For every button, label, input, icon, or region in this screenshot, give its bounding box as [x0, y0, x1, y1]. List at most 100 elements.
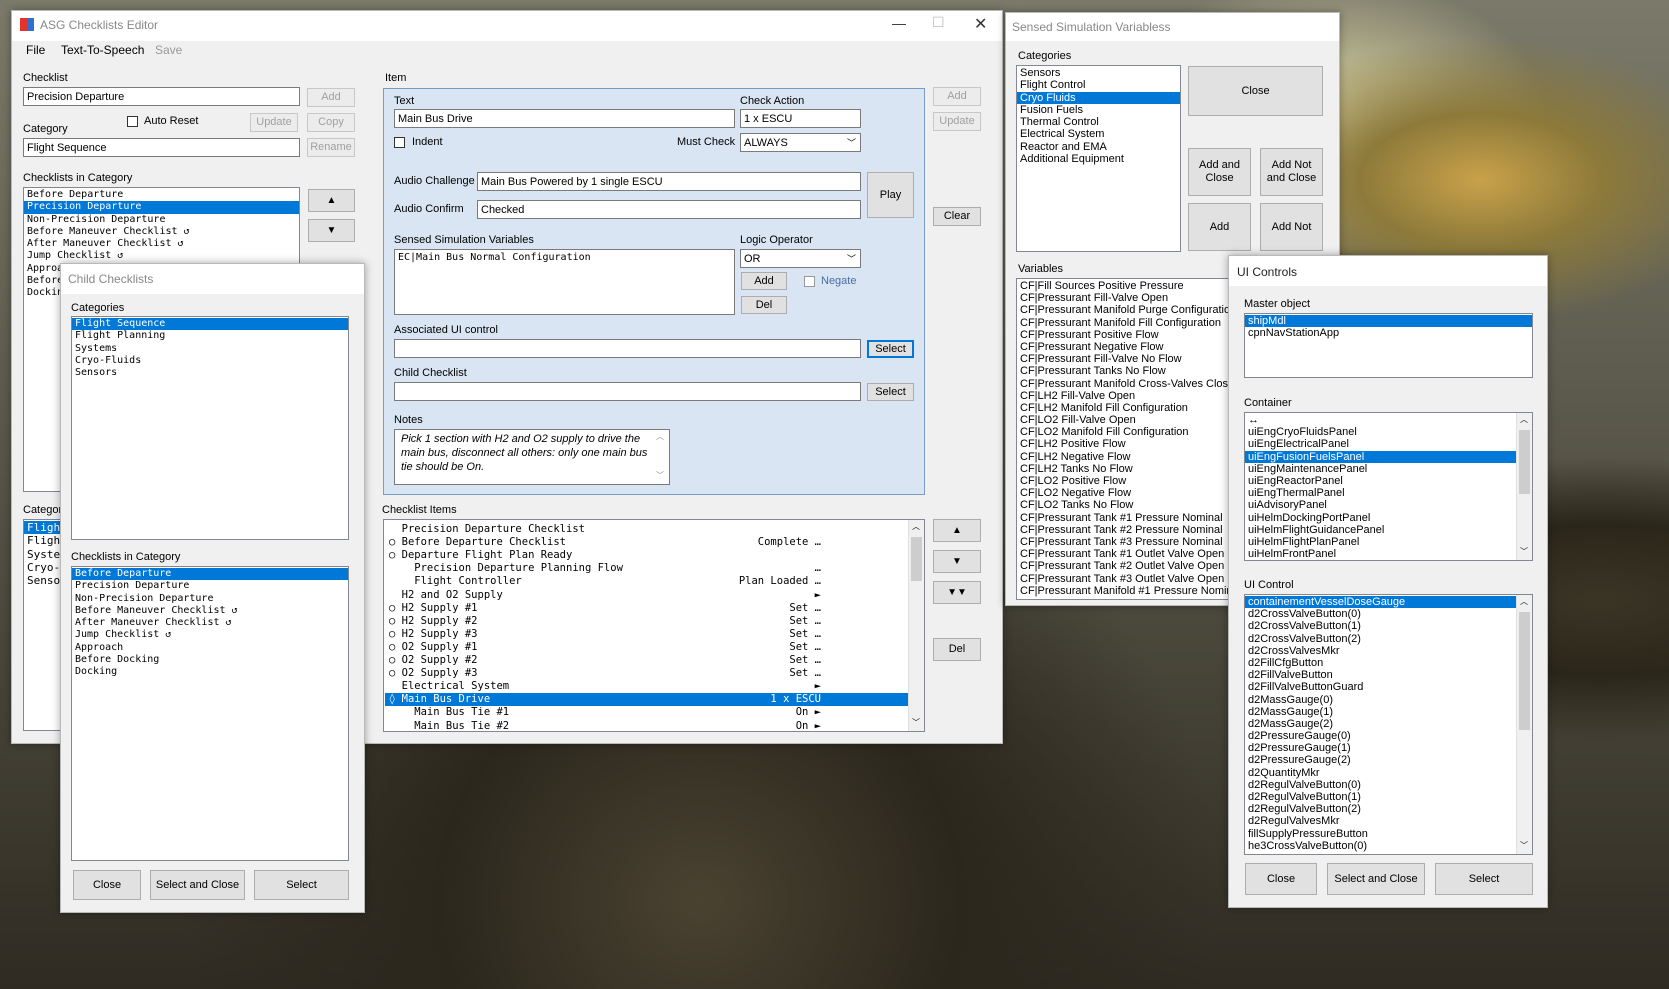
list-item[interactable]: uiEngFusionFuelsPanel	[1245, 450, 1516, 463]
logic-operator-dropdown[interactable]: OR ﹀	[740, 249, 861, 268]
list-item[interactable]: Non-Precision Departure	[24, 214, 299, 226]
checklist-item-row[interactable]: ○ O2 Supply #2 Set …	[385, 654, 909, 667]
list-item[interactable]: d2QuantityMkr	[1245, 767, 1532, 779]
master-object-list[interactable]: shipMdl cpnNavStationApp	[1244, 313, 1533, 378]
move-item-bottom-button[interactable]: ▼▼	[933, 581, 981, 604]
move-checklist-up-button[interactable]: ▲	[308, 189, 355, 212]
checklist-item-row[interactable]: Precision Departure Planning Flow…	[385, 562, 909, 575]
add-variable-button[interactable]: Add	[741, 272, 787, 290]
list-item[interactable]: uiEngMaintenancePanel	[1245, 463, 1532, 475]
maximize-icon[interactable]: ☐	[932, 14, 945, 31]
list-item[interactable]: uiEngElectricalPanel	[1245, 438, 1532, 450]
list-item[interactable]: uiEngThermalPanel	[1245, 487, 1532, 499]
ui-control-list[interactable]: containementVesselDoseGauge d2CrossValveB…	[1244, 594, 1533, 855]
list-item[interactable]: Cryo-Fluids	[72, 355, 348, 367]
sensed-close-button[interactable]: Close	[1188, 66, 1323, 116]
checklist-item-row[interactable]: ○ Departure Flight Plan Ready	[385, 549, 909, 562]
list-item[interactable]: Additional Equipment	[1017, 153, 1180, 165]
clear-item-button[interactable]: Clear	[933, 207, 981, 226]
category-input[interactable]: Flight Sequence	[23, 138, 300, 157]
auto-reset-checkbox[interactable]	[127, 116, 138, 127]
list-item[interactable]: Cryo Fluids	[1017, 91, 1180, 104]
checklist-item-row[interactable]: Main Bus Tie #1 On ►	[385, 706, 909, 719]
child-select-button[interactable]: Select	[254, 870, 349, 900]
add-checklist-button[interactable]: Add	[307, 88, 355, 107]
checklist-item-row[interactable]: ○ Before Departure Checklist Complete …	[385, 536, 909, 549]
list-item[interactable]: Precision Departure	[24, 201, 299, 214]
list-item[interactable]: Jump Checklist ↺	[72, 629, 348, 641]
list-item[interactable]: After Maneuver Checklist ↺	[24, 238, 299, 250]
audio-challenge-input[interactable]: Main Bus Powered by 1 single ESCU	[477, 172, 861, 191]
list-item[interactable]: Sensors	[72, 367, 348, 379]
scroll-down-icon[interactable]: ﹀	[1520, 840, 1528, 851]
checklist-item-row[interactable]: ○ H2 Supply #1 Set …	[385, 602, 909, 615]
checklist-item-row[interactable]: ○ H2 Supply #2 Set …	[385, 615, 909, 628]
check-action-input[interactable]: 1 x ESCU	[740, 109, 861, 128]
checklist-item-row[interactable]: Flight Controller Plan Loaded …	[385, 575, 909, 588]
list-item[interactable]: d2PressureGauge(0)	[1245, 730, 1532, 742]
select-ui-control-button[interactable]: Select	[867, 340, 914, 358]
minimize-icon[interactable]: —	[892, 15, 906, 31]
notes-textarea[interactable]: Pick 1 section with H2 and O2 supply to …	[394, 429, 670, 485]
container-list[interactable]: ↔ uiEngCryoFluidsPanel uiEngElectricalPane…	[1244, 412, 1533, 561]
ui-title-bar[interactable]: UI Controls	[1229, 256, 1547, 286]
list-item[interactable]: Docking	[72, 666, 348, 678]
child-title-bar[interactable]: Child Checklists	[61, 264, 364, 294]
list-item[interactable]: fillSupplyPressureButton	[1245, 828, 1532, 840]
rename-category-button[interactable]: Rename	[307, 138, 355, 157]
sensed-add-button[interactable]: Add	[1188, 203, 1251, 251]
add-not-and-close-button[interactable]: Add Not and Close	[1260, 148, 1323, 196]
checklist-item-row[interactable]: H2 and O2 Supply ►	[385, 589, 909, 602]
list-item[interactable]: uiHelmFrontPanel	[1245, 548, 1532, 560]
list-item[interactable]: Approach	[72, 642, 348, 654]
close-icon[interactable]: ✕	[974, 14, 987, 34]
list-item[interactable]: d2RegulValveButton(2)	[1245, 803, 1532, 815]
sensed-categories-list[interactable]: Sensors Flight Control Cryo Fluids Fusio…	[1016, 65, 1181, 252]
delete-item-button[interactable]: Del	[933, 638, 981, 661]
list-item[interactable]: uiHelmFlightGuidancePanel	[1245, 524, 1532, 536]
list-item[interactable]: d2CrossValveButton(1)	[1245, 620, 1532, 632]
list-item[interactable]: Electrical System	[1017, 128, 1180, 140]
child-categories-list[interactable]: Flight Sequence Flight Planning Systems …	[71, 316, 349, 540]
scroll-thumb[interactable]	[1519, 430, 1530, 494]
scroll-down-icon[interactable]: ﹀	[1520, 546, 1528, 557]
list-item[interactable]: Reactor and EMA	[1017, 141, 1180, 153]
sensed-variables-box[interactable]: EC|Main Bus Normal Configuration	[394, 249, 735, 315]
list-item[interactable]: Non-Precision Departure	[72, 593, 348, 605]
list-item[interactable]: d2CrossValvesMkr	[1245, 645, 1532, 657]
play-button[interactable]: Play	[867, 172, 914, 218]
list-item[interactable]: d2FillValveButtonGuard	[1245, 681, 1532, 693]
list-item[interactable]: Jump Checklist ↺	[24, 250, 299, 262]
title-bar[interactable]: ASG Checklists Editor — ☐ ✕	[12, 11, 1002, 41]
checklist-item-row[interactable]: Main Bus Tie #2 On ►	[385, 720, 909, 732]
list-item[interactable]: d2MassGauge(2)	[1245, 718, 1532, 730]
list-item[interactable]: Before Departure	[72, 568, 348, 581]
ui-select-close-button[interactable]: Select and Close	[1327, 863, 1425, 895]
del-variable-button[interactable]: Del	[741, 296, 787, 314]
list-item[interactable]: uiEngCryoFluidsPanel	[1245, 426, 1532, 438]
notes-scroll-down-icon[interactable]: ﹀	[656, 470, 664, 481]
associated-ui-input[interactable]	[394, 339, 861, 358]
indent-checkbox[interactable]	[394, 137, 405, 148]
list-item[interactable]: Fusion Fuels	[1017, 104, 1180, 116]
items-scrollbar[interactable]: ︿ ﹀	[908, 520, 924, 731]
child-select-close-button[interactable]: Select and Close	[150, 870, 245, 900]
checklist-name-input[interactable]: Precision Departure	[23, 87, 300, 106]
audio-confirm-input[interactable]: Checked	[477, 200, 861, 219]
list-item[interactable]: d2PressureGauge(1)	[1245, 742, 1532, 754]
list-item[interactable]: d2RegulValveButton(1)	[1245, 791, 1532, 803]
move-item-down-button[interactable]: ▼	[933, 550, 981, 573]
menu-file[interactable]: File	[26, 43, 45, 57]
list-item[interactable]: uiHelmFlightPlanPanel	[1245, 536, 1532, 548]
scroll-up-icon[interactable]: ︿	[912, 521, 920, 532]
add-and-close-button[interactable]: Add and Close	[1188, 148, 1251, 196]
checklist-item-row[interactable]: ○ O2 Supply #1 Set …	[385, 641, 909, 654]
list-item[interactable]: d2MassGauge(0)	[1245, 694, 1532, 706]
negate-checkbox[interactable]	[804, 276, 815, 287]
list-item[interactable]: Before Maneuver Checklist ↺	[24, 226, 299, 238]
list-item[interactable]: uiEngReactorPanel	[1245, 475, 1532, 487]
scroll-up-icon[interactable]: ︿	[1520, 596, 1528, 607]
checklist-item-row[interactable]: ○ H2 Supply #3 Set …	[385, 628, 909, 641]
select-child-checklist-button[interactable]: Select	[867, 383, 914, 401]
menu-text-to-speech[interactable]: Text-To-Speech	[61, 43, 144, 57]
